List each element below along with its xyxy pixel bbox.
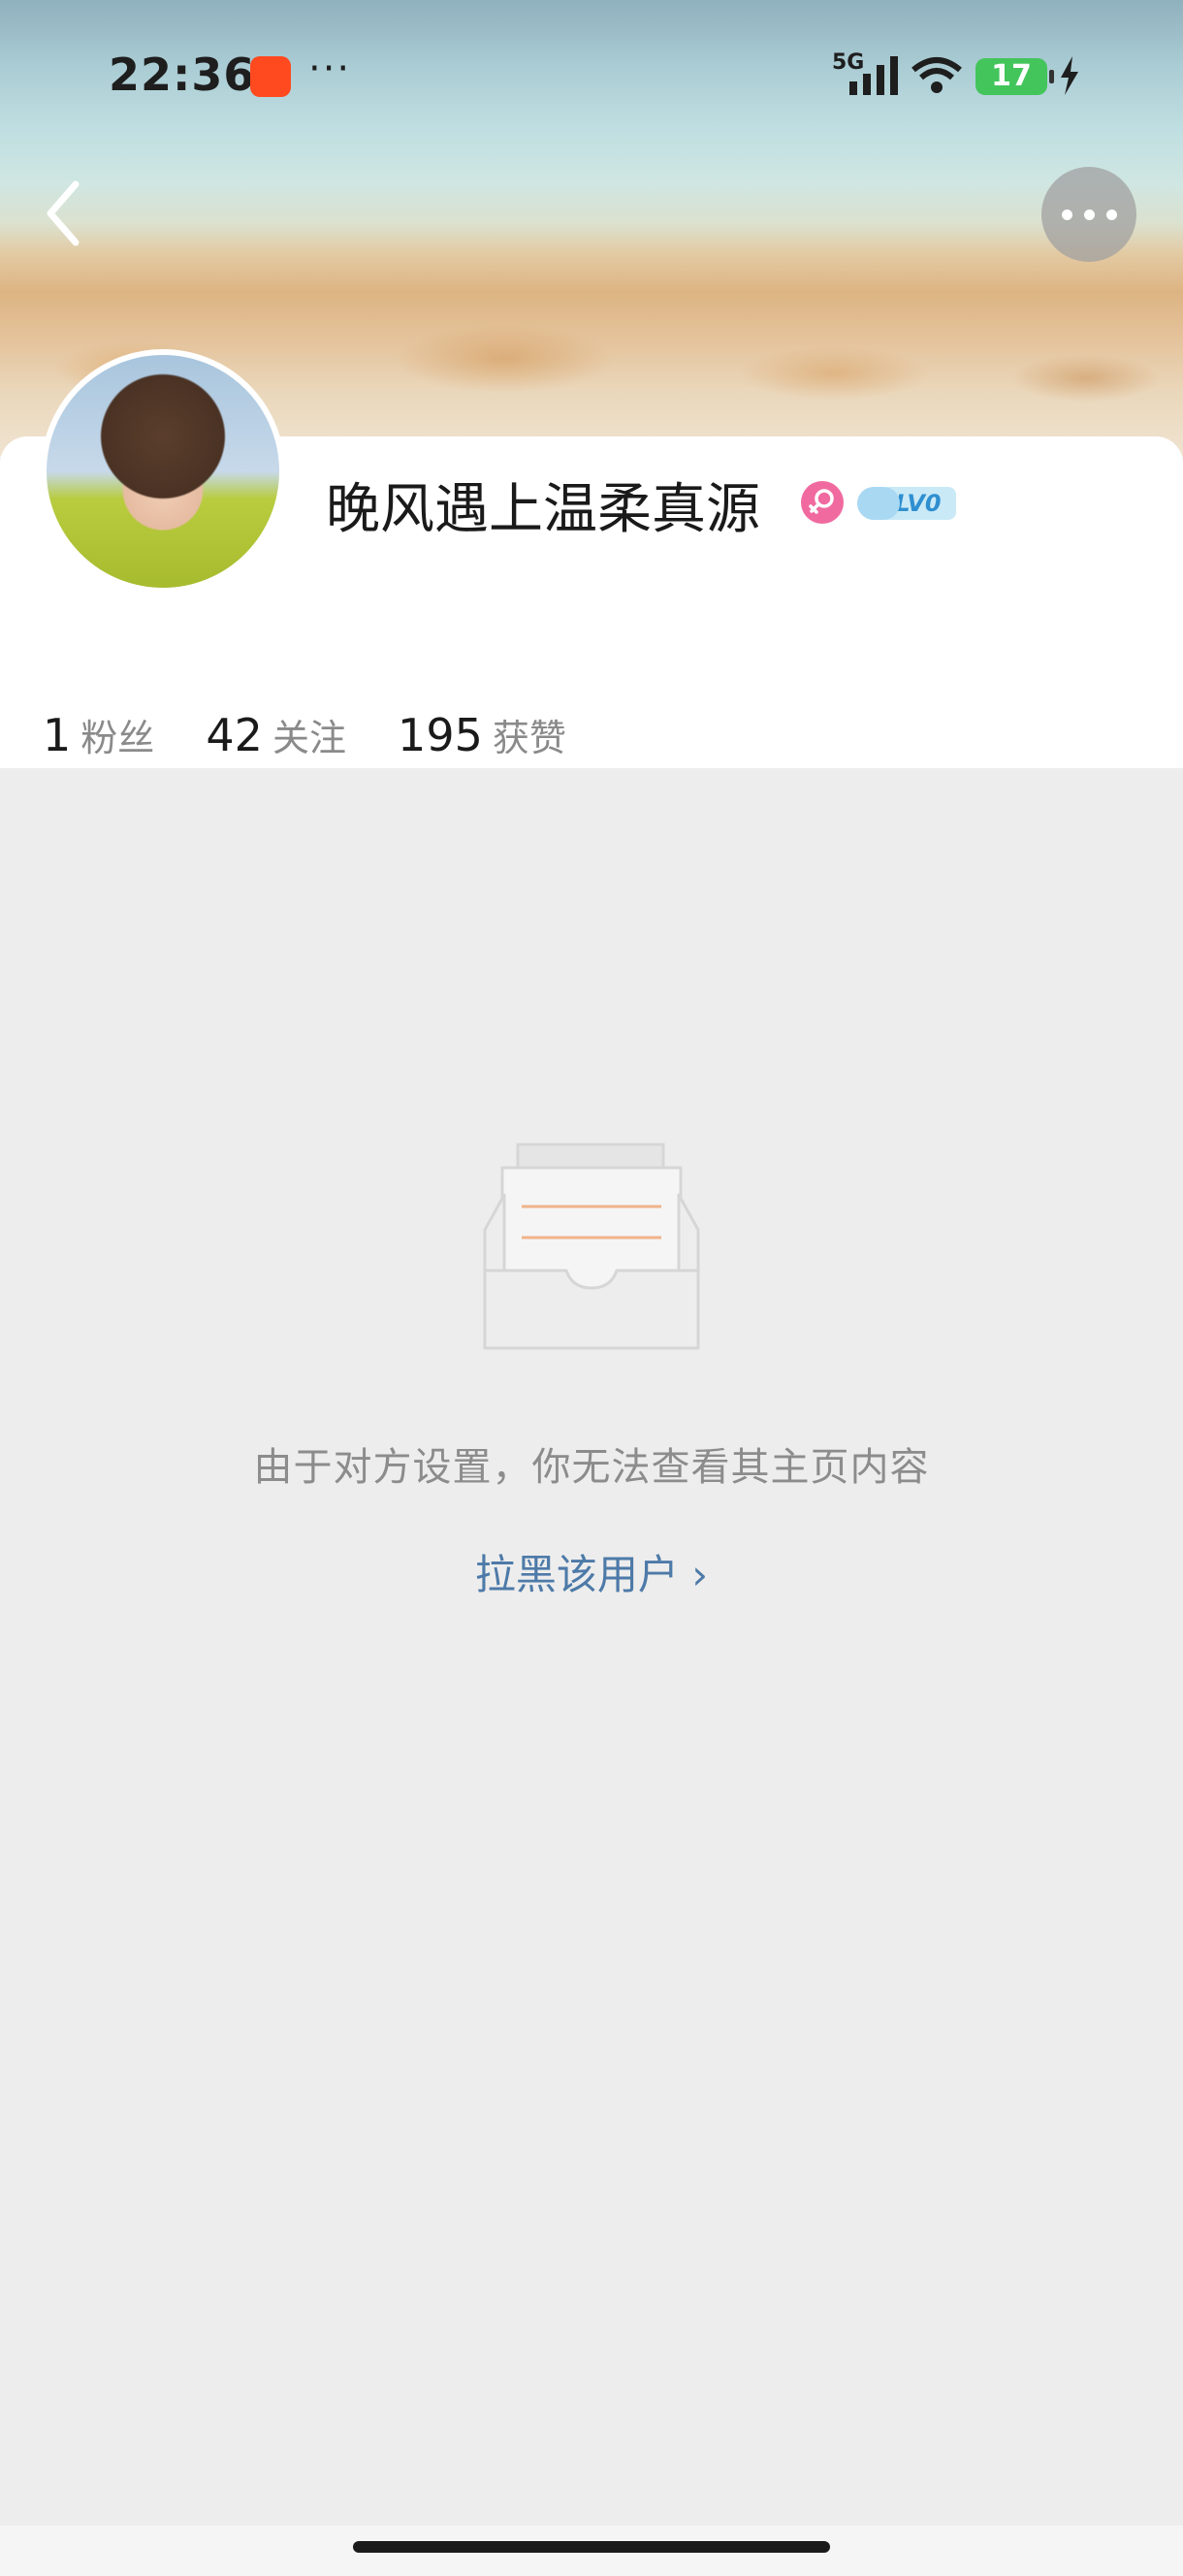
signal-icon bbox=[849, 56, 898, 95]
block-user-link[interactable]: 拉黑该用户 › bbox=[0, 1542, 1183, 1601]
stat-followers[interactable]: 1 粉丝 bbox=[43, 708, 154, 761]
more-dot bbox=[1062, 209, 1072, 220]
stat-likes[interactable]: 195 获赞 bbox=[398, 708, 566, 761]
more-dot bbox=[1106, 209, 1117, 220]
stat-value: 42 bbox=[206, 709, 263, 761]
battery-indicator: 17 bbox=[975, 58, 1047, 95]
more-dot bbox=[1084, 209, 1095, 220]
stat-value: 195 bbox=[398, 709, 483, 761]
back-arrow-icon[interactable] bbox=[39, 175, 97, 252]
stat-label: 获赞 bbox=[492, 717, 566, 759]
more-notifications-icon: ··· bbox=[308, 47, 352, 91]
level-cloud-icon bbox=[857, 487, 900, 520]
username: 晚风遇上温柔真源 bbox=[326, 478, 760, 541]
status-time: 22:36 bbox=[109, 48, 256, 101]
female-gender-icon bbox=[801, 481, 844, 524]
battery-tip bbox=[1049, 70, 1054, 83]
stat-label: 关注 bbox=[272, 717, 346, 759]
stat-label: 粉丝 bbox=[80, 717, 155, 759]
level-badge: LV0 bbox=[857, 485, 958, 522]
avatar[interactable] bbox=[41, 349, 285, 594]
stat-following[interactable]: 42 关注 bbox=[206, 708, 346, 761]
status-bar: 22:36 ··· 5G 17 bbox=[0, 0, 1183, 155]
charging-icon bbox=[1061, 56, 1078, 95]
wifi-icon bbox=[911, 57, 962, 93]
more-button[interactable] bbox=[1041, 167, 1136, 262]
app-notification-icon bbox=[250, 56, 291, 97]
stat-value: 1 bbox=[43, 709, 72, 761]
profile-stats: 1 粉丝 42 关注 195 获赞 bbox=[43, 708, 613, 766]
privacy-message: 由于对方设置，你无法查看其主页内容 bbox=[253, 1445, 930, 1490]
empty-inbox-icon bbox=[483, 1143, 700, 1350]
home-indicator[interactable] bbox=[353, 2541, 830, 2553]
